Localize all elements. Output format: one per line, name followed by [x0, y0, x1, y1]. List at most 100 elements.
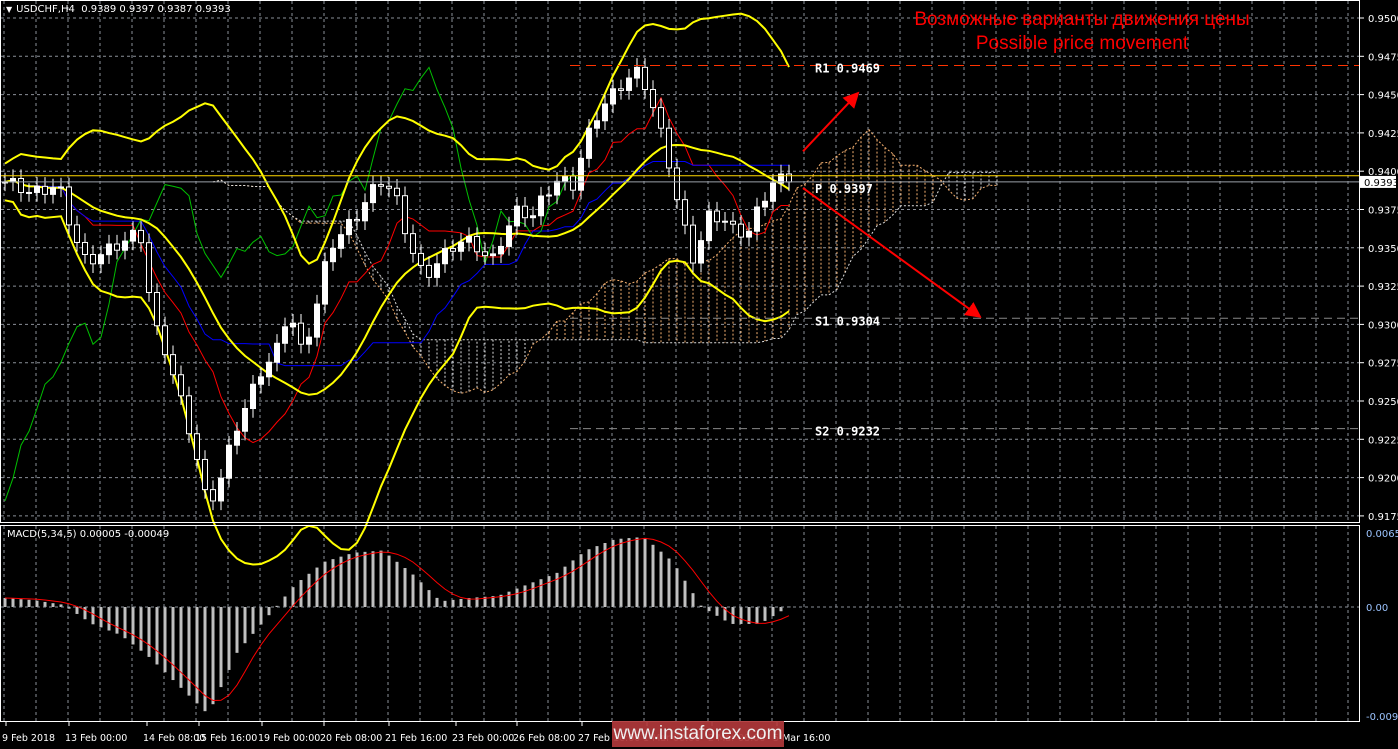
macd-bar	[779, 607, 783, 612]
macd-bar	[235, 607, 239, 653]
scenario-arrows	[802, 91, 982, 318]
candle-body	[162, 325, 168, 356]
macd-bar	[283, 596, 287, 607]
y-tick-label: 0.9300	[1368, 320, 1398, 331]
candle-body	[42, 185, 48, 195]
candle-body	[242, 408, 248, 432]
macd-bar	[75, 607, 79, 614]
candle-body	[602, 103, 608, 122]
candle-body	[58, 186, 64, 189]
price-chart[interactable]: R1 0.9469P 0.9397S1 0.9304S2 0.9232 0.95…	[0, 0, 1398, 749]
y-tick-label: 0.9175	[1368, 512, 1398, 523]
macd-bar	[763, 607, 767, 621]
macd-bar	[107, 607, 111, 631]
y-tick-label: 0.9225	[1368, 435, 1398, 446]
macd-bar	[179, 607, 183, 688]
x-tick-label: 19 Feb 00:00	[258, 733, 320, 744]
y-tick-label: 0.9450	[1368, 91, 1398, 102]
macd-bar	[371, 551, 375, 607]
macd-bar	[515, 588, 519, 607]
macd-bar	[379, 550, 383, 607]
candle-body	[34, 185, 40, 193]
dropdown-triangle-icon[interactable]: ▼	[6, 5, 12, 14]
candle-body	[442, 248, 448, 265]
candle-body	[354, 218, 360, 222]
bollinger-lower	[4, 199, 790, 566]
symbol-label: USDCHF,H4	[16, 4, 75, 15]
macd-bar	[539, 579, 543, 607]
macd-bar	[411, 574, 415, 607]
macd-bar	[171, 607, 175, 681]
macd-bar	[531, 582, 535, 607]
candle-body	[98, 254, 104, 265]
candle-body	[562, 175, 568, 182]
macd-bar	[243, 607, 247, 644]
macd-bar	[43, 601, 47, 607]
candle-body	[290, 322, 296, 328]
candle-body	[666, 127, 672, 169]
candle-body	[194, 433, 200, 460]
candle-body	[650, 89, 656, 109]
candle-body	[674, 167, 680, 201]
candle-body	[554, 180, 560, 196]
macd-bar	[299, 580, 303, 607]
macd-bar	[19, 599, 23, 607]
macd-bar	[627, 538, 631, 607]
candle-body	[490, 253, 496, 257]
candle-body	[234, 430, 240, 446]
candle-body	[458, 241, 464, 252]
macd-bar	[387, 555, 391, 607]
candle-body	[714, 210, 720, 223]
macd-bar	[739, 607, 743, 624]
macd-tick-label: 0.00	[1366, 603, 1388, 614]
macd-bar	[443, 600, 447, 607]
macd-bar	[211, 607, 215, 705]
candle-body	[178, 374, 184, 397]
macd-bar	[259, 607, 263, 625]
macd-bar	[547, 576, 551, 607]
macd-bar	[27, 599, 31, 607]
candle-body	[642, 66, 648, 91]
watermark: www.instaforex.com	[612, 721, 784, 747]
macd-bar	[347, 554, 351, 607]
x-tick-label: 9 Feb 2018	[2, 733, 55, 744]
axes: 0.95000.94750.94500.94250.94000.93750.93…	[2, 14, 1398, 744]
candle-body	[314, 303, 320, 338]
macd-bar	[755, 607, 759, 624]
macd-bar	[331, 559, 335, 607]
candle-body	[306, 336, 312, 345]
annotation-ru: Возможные варианты движения цены	[914, 9, 1250, 30]
candle-body	[482, 251, 488, 257]
scenario-arrow-up	[802, 91, 860, 152]
macd-bar	[315, 567, 319, 607]
candle-body	[746, 230, 752, 238]
macd-bar	[155, 607, 159, 665]
macd-bar	[523, 585, 527, 607]
macd-bar	[403, 568, 407, 607]
macd-bar	[219, 607, 223, 688]
macd-tick-label: -0.00981	[1366, 712, 1398, 723]
candle-body	[730, 220, 736, 225]
macd-bar	[459, 598, 463, 607]
candle-body	[82, 241, 88, 255]
candle-body	[122, 240, 128, 251]
candle-body	[690, 224, 696, 264]
candle-body	[202, 458, 208, 491]
candle-body	[386, 185, 392, 189]
macd-bar	[435, 597, 439, 607]
macd-bar	[11, 598, 15, 607]
macd-bar	[427, 590, 431, 607]
level-label-s2: S2 0.9232	[815, 425, 880, 439]
y-tick-label: 0.9425	[1368, 129, 1398, 140]
candle-body	[418, 252, 424, 266]
macd-bar	[715, 607, 719, 616]
candle-body	[186, 395, 192, 435]
macd-bar	[363, 551, 367, 607]
candle-body	[626, 77, 632, 91]
candle-body	[698, 240, 704, 264]
candle-body	[594, 120, 600, 129]
y-tick-label: 0.9275	[1368, 359, 1398, 370]
macd-bar	[507, 591, 511, 607]
candle-body	[402, 195, 408, 235]
candle-body	[66, 186, 72, 226]
